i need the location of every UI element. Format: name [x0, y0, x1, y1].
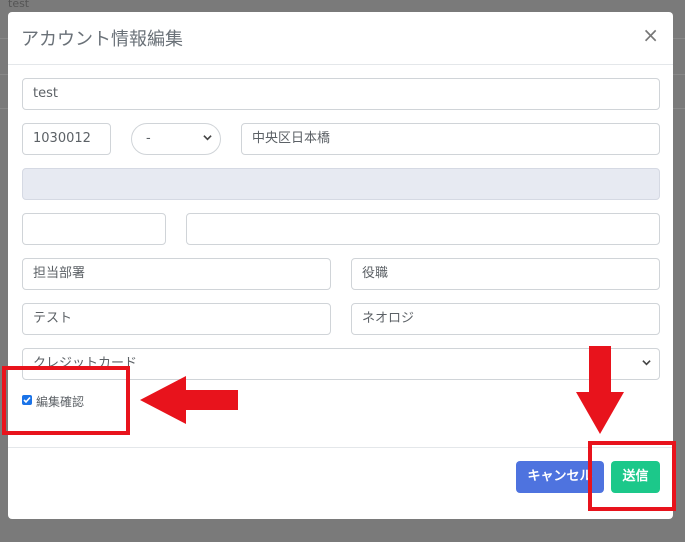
prefecture-select[interactable]: -	[131, 123, 221, 155]
annotation-highlight-checkbox	[2, 366, 130, 435]
modal-title: アカウント情報編集	[21, 29, 183, 50]
phone-input[interactable]	[22, 213, 166, 245]
chevron-down-icon	[203, 135, 212, 141]
account-edit-modal: アカウント情報編集 × test 1030012 - 中央区日本橋 担当部署 役…	[8, 12, 673, 519]
chevron-down-icon	[642, 360, 651, 366]
modal-footer-divider	[8, 447, 673, 448]
annotation-highlight-submit	[588, 441, 676, 511]
annotation-arrow-left-icon	[140, 376, 238, 424]
first-name-input[interactable]: ネオロジ	[351, 303, 660, 335]
department-input[interactable]: 担当部署	[22, 258, 331, 290]
background-text: test	[8, 0, 30, 10]
annotation-arrow-down-icon	[576, 346, 624, 434]
prefecture-select-value: -	[146, 131, 151, 146]
close-button[interactable]: ×	[642, 25, 659, 45]
name-input[interactable]: test	[22, 78, 660, 110]
address-input[interactable]: 中央区日本橋	[241, 123, 660, 155]
last-name-input[interactable]: テスト	[22, 303, 331, 335]
position-input[interactable]: 役職	[351, 258, 660, 290]
email-input[interactable]	[186, 213, 660, 245]
modal-header: アカウント情報編集 ×	[8, 12, 673, 65]
postal-code-input[interactable]: 1030012	[22, 123, 111, 155]
address-2-input[interactable]	[22, 168, 660, 200]
